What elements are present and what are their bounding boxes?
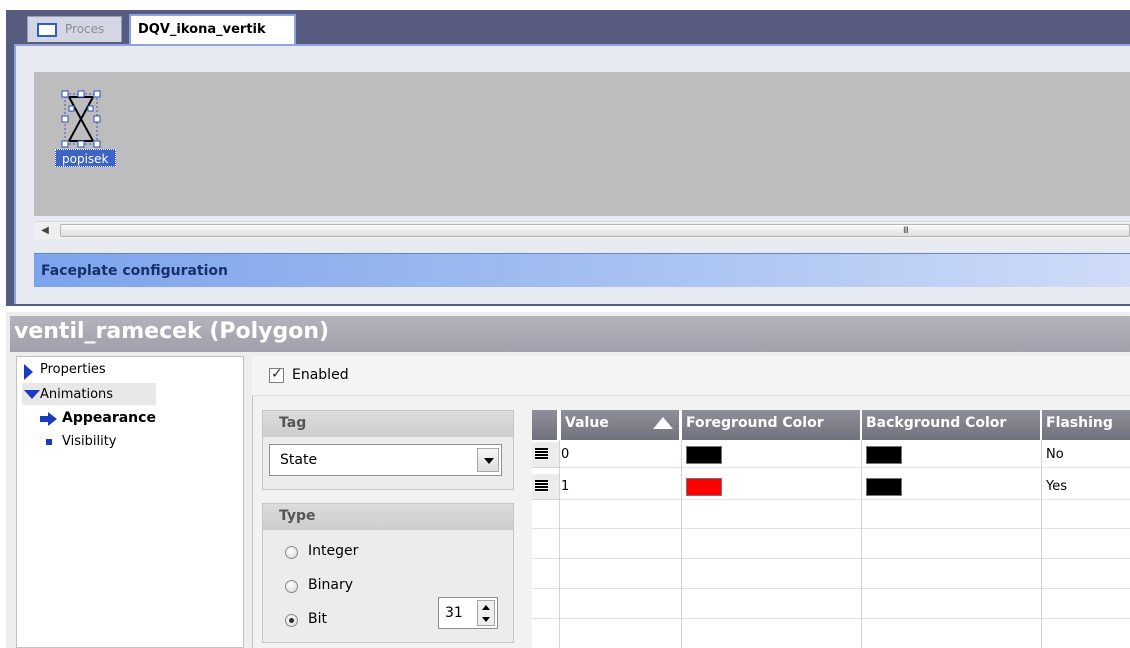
column-header-foreground[interactable]: Foreground Color — [682, 410, 862, 440]
column-header-flashing[interactable]: Flashing — [1042, 410, 1130, 440]
tab-dqv-label: DQV_ikona_vertik — [138, 22, 266, 37]
inspector-header: ventil_ramecek (Polygon) — [10, 316, 1130, 352]
tag-select[interactable]: State — [269, 444, 502, 476]
column-divider — [861, 440, 862, 648]
tab-proces-label: Proces — [65, 22, 105, 36]
tag-select-value: State — [280, 452, 318, 468]
table-cell-background[interactable] — [862, 442, 1042, 468]
radio-binary[interactable] — [285, 580, 298, 593]
chevron-down-icon — [484, 458, 494, 464]
radio-integer[interactable] — [285, 546, 298, 559]
radio-bit[interactable] — [285, 614, 298, 627]
inspector-title: ventil_ramecek (Polygon) — [14, 319, 330, 344]
bit-number-value: 31 — [445, 605, 463, 621]
column-divider — [681, 440, 682, 648]
stepper-up-icon[interactable] — [482, 605, 490, 610]
radio-bit-label: Bit — [308, 611, 327, 627]
scroll-left-icon[interactable]: ◀ — [38, 222, 52, 239]
table-cell-flashing[interactable]: Yes — [1042, 474, 1130, 500]
radio-binary-label: Binary — [308, 577, 353, 593]
table-cell-value[interactable]: 1 — [559, 474, 681, 500]
table-cell-background[interactable] — [862, 474, 1042, 500]
row-handle[interactable] — [532, 442, 559, 468]
valve-object-icon[interactable] — [55, 89, 107, 149]
expand-right-icon — [24, 364, 33, 380]
nav-visibility-label: Visibility — [62, 434, 117, 449]
column-divider — [559, 440, 560, 648]
nav-properties-label: Properties — [40, 362, 106, 377]
row-grip-icon — [535, 480, 548, 492]
enabled-checkbox[interactable]: ✓ — [269, 366, 284, 383]
checkmark-icon: ✓ — [271, 366, 283, 382]
screen-icon — [37, 23, 57, 37]
enabled-label: Enabled — [292, 367, 349, 383]
column-header-background[interactable]: Background Color — [862, 410, 1042, 440]
row-grip-icon — [535, 448, 548, 460]
enabled-row: ✓ Enabled — [252, 356, 1130, 396]
foreground-color-swatch[interactable] — [686, 478, 722, 496]
sort-ascending-icon — [653, 417, 673, 429]
object-label-popisek[interactable]: popisek — [55, 149, 116, 167]
table-cell-foreground[interactable] — [682, 474, 862, 500]
row-handle[interactable] — [532, 474, 559, 500]
column-divider — [1041, 440, 1042, 648]
bit-number-stepper[interactable]: 31 — [438, 597, 498, 629]
bullet-icon — [46, 439, 52, 445]
type-group-title: Type — [263, 504, 513, 530]
radio-integer-label: Integer — [308, 543, 359, 559]
column-value-label: Value — [565, 415, 609, 431]
expand-down-icon — [24, 390, 40, 399]
tab-proces[interactable]: Proces — [27, 16, 122, 42]
table-cell-value[interactable]: 0 — [559, 442, 681, 468]
faceplate-configuration-bar[interactable]: Faceplate configuration — [34, 253, 1130, 287]
editor-canvas[interactable] — [34, 72, 1130, 216]
faceplate-configuration-label: Faceplate configuration — [41, 263, 228, 279]
stepper-down-icon[interactable] — [482, 617, 490, 622]
column-header-value[interactable]: Value — [561, 410, 681, 440]
table-corner-header — [532, 410, 559, 440]
background-color-swatch[interactable] — [866, 478, 902, 496]
background-color-swatch[interactable] — [866, 446, 902, 464]
horizontal-scrollbar[interactable]: ◀ III — [34, 221, 1130, 239]
stepper-buttons[interactable] — [477, 600, 495, 626]
table-cell-foreground[interactable] — [682, 442, 862, 468]
nav-appearance-label: Appearance — [62, 410, 156, 426]
foreground-color-swatch[interactable] — [686, 446, 722, 464]
tag-group-title: Tag — [263, 411, 513, 437]
table-cell-flashing[interactable]: No — [1042, 442, 1130, 468]
dropdown-button[interactable] — [477, 448, 499, 472]
arrow-right-icon — [40, 412, 57, 426]
scroll-thumb[interactable]: III — [60, 224, 1130, 237]
tab-dqv-ikona-vertik[interactable]: DQV_ikona_vertik — [129, 14, 296, 46]
scroll-grip: III — [903, 226, 909, 236]
nav-animations-label: Animations — [40, 387, 114, 402]
value-color-table: Value Foreground Color Background Color … — [532, 410, 1130, 648]
